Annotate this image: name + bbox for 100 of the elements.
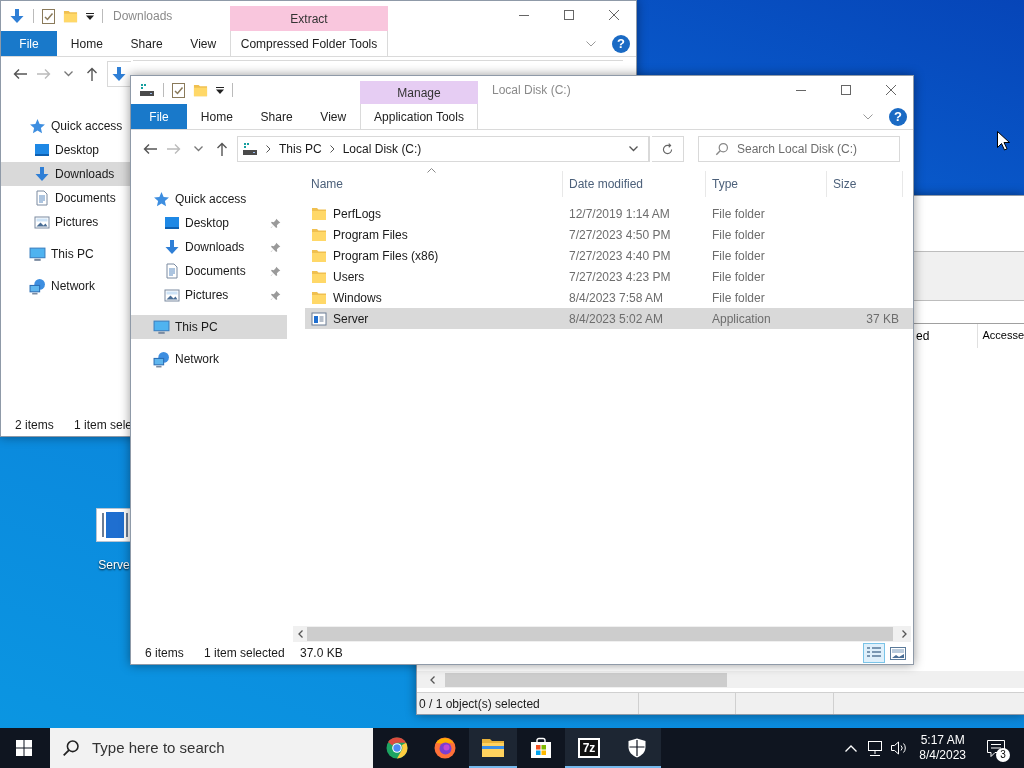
notification-icon — [987, 739, 1005, 757]
file-row[interactable]: Program Files (x86) 7/27/2023 4:40 PM File folder — [305, 245, 913, 266]
ribbon-tab[interactable]: Share — [246, 104, 307, 129]
date-cell-text: 7/27/2023 4:40 PM — [568, 247, 672, 265]
help-button[interactable]: ? — [612, 34, 630, 53]
column-header[interactable]: Size — [827, 171, 903, 197]
application-icon — [311, 310, 327, 327]
status-text: 37.0 KB — [300, 645, 343, 662]
breadcrumb[interactable]: This PC — [279, 140, 322, 158]
notifications-button[interactable]: 3 — [974, 728, 1018, 768]
taskbar-button[interactable] — [613, 728, 661, 768]
ribbon-tab[interactable]: Home — [57, 31, 117, 56]
folder-icon — [311, 289, 327, 306]
column-header[interactable]: Accesse — [978, 323, 1024, 348]
scroll-thumb[interactable] — [445, 672, 727, 687]
type-cell-text: File folder — [711, 226, 766, 244]
column-header[interactable]: Name — [305, 171, 563, 197]
ribbon-tab[interactable]: Home — [187, 104, 247, 129]
taskbar-button[interactable] — [469, 728, 517, 768]
type-cell-text: File folder — [711, 289, 766, 307]
details-view-icon — [866, 646, 882, 660]
nav-item[interactable]: Pictures — [1, 210, 130, 234]
clock[interactable]: 5:17 AM 8/4/2023 — [911, 733, 974, 763]
nav-item[interactable]: Network — [1, 274, 130, 298]
search-input[interactable]: Search Local Disk (C:) — [737, 140, 899, 158]
computer-icon — [29, 245, 46, 263]
up-icon — [86, 66, 98, 81]
file-name: Program Files (x86) — [333, 247, 439, 265]
nav-item[interactable]: Documents — [131, 259, 287, 283]
forward-icon — [167, 143, 181, 155]
file-row[interactable]: Server 8/4/2023 5:02 AM Application 37 KB — [305, 308, 913, 329]
ribbon-tab[interactable]: File — [1, 31, 57, 56]
back-icon — [143, 143, 157, 155]
context-tab[interactable]: Manage — [360, 81, 478, 104]
nav-item[interactable]: Pictures — [131, 283, 287, 307]
nav-item[interactable]: This PC — [131, 315, 287, 339]
horizontal-scrollbar[interactable] — [417, 671, 1024, 688]
download-icon — [111, 65, 127, 82]
help-button[interactable]: ? — [889, 107, 907, 126]
breadcrumb[interactable]: Local Disk (C:) — [342, 140, 422, 158]
refresh-button[interactable] — [652, 136, 684, 162]
details-view-button[interactable] — [863, 643, 885, 663]
column-header[interactable]: Type — [706, 171, 827, 197]
context-tab[interactable]: Extract — [230, 6, 388, 31]
network-icon — [29, 277, 46, 295]
type-cell-text: File folder — [711, 247, 766, 265]
search-input[interactable]: Type here to search — [92, 736, 373, 760]
file-row[interactable]: Windows 8/4/2023 7:58 AM File folder — [305, 287, 913, 308]
nav-item[interactable]: Quick access — [1, 114, 130, 138]
nav-item[interactable]: Network — [131, 347, 287, 371]
document-icon — [164, 263, 180, 279]
date-cell-text: 8/4/2023 7:58 AM — [568, 289, 665, 307]
document-icon — [34, 190, 50, 206]
file-row[interactable]: Program Files 7/27/2023 4:50 PM File folder — [305, 224, 913, 245]
type-cell-text: Application — [711, 310, 772, 328]
taskbar-button[interactable]: 7z — [565, 728, 613, 768]
folder-icon — [63, 8, 78, 24]
download-icon — [9, 8, 25, 24]
address-bar[interactable]: This PC Local Disk (C:) — [237, 136, 650, 162]
minimize-icon — [518, 14, 529, 16]
ribbon-tab[interactable]: View — [176, 31, 230, 56]
nav-item[interactable]: Desktop — [131, 211, 287, 235]
folder-icon — [311, 247, 327, 264]
search-field[interactable]: Search Local Disk (C:) — [698, 136, 900, 162]
nav-item[interactable]: Downloads — [131, 235, 287, 259]
chevron-up-icon — [845, 744, 858, 752]
download-icon — [34, 166, 50, 182]
search-icon — [715, 142, 729, 156]
forward-icon — [37, 67, 51, 80]
nav-item[interactable]: This PC — [1, 242, 130, 266]
caret-icon — [193, 146, 203, 152]
caret-icon — [86, 12, 94, 20]
nav-item[interactable]: Desktop — [1, 138, 130, 162]
minimize-icon — [795, 89, 806, 91]
file-name: PerfLogs — [333, 205, 382, 223]
folder-icon — [311, 268, 327, 285]
scroll-thumb[interactable] — [307, 627, 893, 641]
properties-icon — [42, 8, 55, 24]
windows-logo-icon — [16, 740, 32, 756]
ribbon-tab[interactable]: Share — [116, 31, 177, 56]
preview-pane-icon — [890, 646, 906, 660]
nav-item[interactable]: Downloads — [1, 162, 130, 186]
file-row[interactable]: Users 7/27/2023 4:23 PM File folder — [305, 266, 913, 287]
network-icon — [153, 350, 170, 368]
ribbon-tab[interactable]: View — [306, 104, 360, 129]
caret-icon — [629, 146, 638, 152]
file-row[interactable]: PerfLogs 12/7/2019 1:14 AM File folder — [305, 203, 913, 224]
ribbon-tab[interactable]: File — [131, 104, 187, 129]
nav-item[interactable]: Quick access — [131, 187, 287, 211]
ribbon-tab[interactable]: Compressed Folder Tools — [230, 31, 388, 56]
ribbon-tab[interactable]: Application Tools — [360, 104, 478, 129]
horizontal-scrollbar[interactable] — [293, 626, 911, 642]
nav-item[interactable]: Documents — [1, 186, 130, 210]
properties-icon — [172, 82, 185, 98]
shopping-bag-icon — [530, 737, 552, 759]
status-text: 2 items — [15, 417, 55, 434]
search-field[interactable]: Type here to search — [50, 728, 373, 768]
back-icon — [13, 67, 27, 80]
column-header[interactable]: Date modified — [563, 171, 706, 197]
drive-icon — [139, 82, 155, 98]
